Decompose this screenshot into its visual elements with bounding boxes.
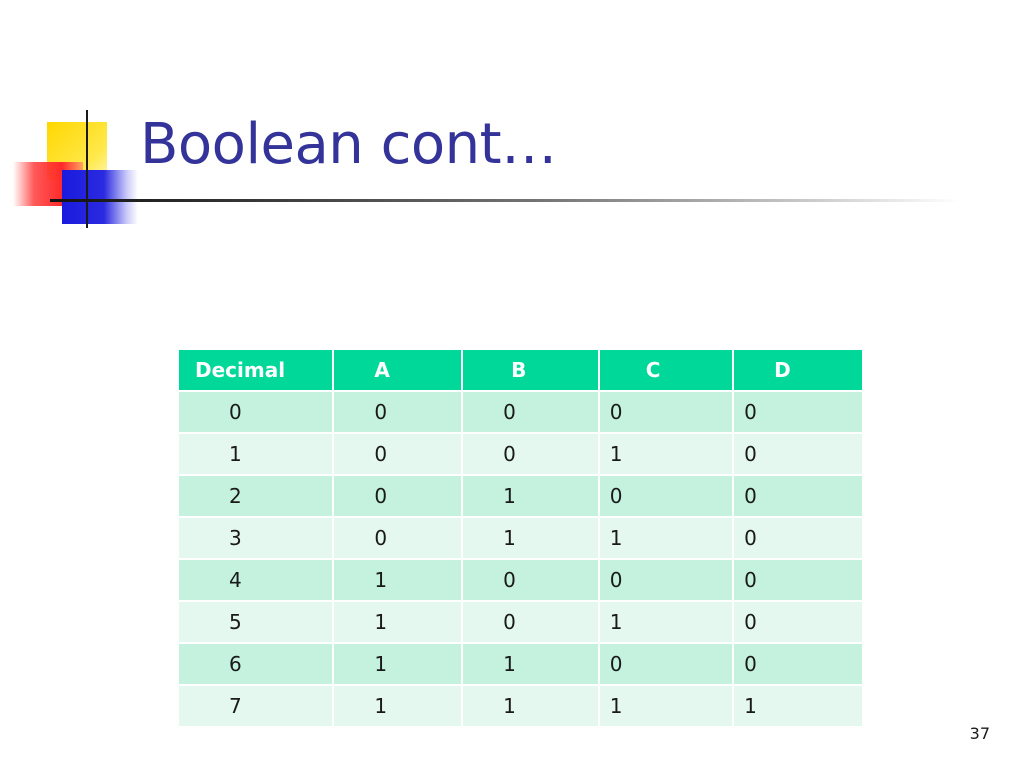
- table-row: 2 0 1 0 0: [179, 476, 862, 518]
- cell-d: 0: [734, 476, 862, 518]
- cell-a: 1: [334, 602, 464, 644]
- header-b: B: [463, 350, 600, 392]
- cell-decimal: 3: [179, 518, 335, 560]
- header-d: D: [734, 350, 862, 392]
- cell-c: 1: [599, 518, 735, 560]
- cell-decimal: 0: [179, 392, 335, 434]
- slide-title: Boolean cont…: [140, 112, 557, 177]
- cell-c: 0: [599, 644, 735, 686]
- cell-c: 0: [599, 392, 735, 434]
- truth-table: Decimal A B C D 0 0 0 0 0 1 0 0 1 0 2 0 …: [179, 350, 862, 728]
- cell-b: 0: [463, 434, 600, 476]
- cell-decimal: 2: [179, 476, 335, 518]
- cell-a: 0: [334, 434, 464, 476]
- cell-b: 1: [463, 476, 600, 518]
- cell-b: 0: [463, 560, 600, 602]
- header-decimal: Decimal: [179, 350, 335, 392]
- cell-decimal: 4: [179, 560, 335, 602]
- cell-d: 0: [734, 644, 862, 686]
- cell-d: 0: [734, 560, 862, 602]
- cell-c: 0: [599, 560, 735, 602]
- table-row: 7 1 1 1 1: [179, 686, 862, 728]
- cell-d: 0: [734, 434, 862, 476]
- cell-decimal: 6: [179, 644, 335, 686]
- cell-decimal: 1: [179, 434, 335, 476]
- cell-d: 1: [734, 686, 862, 728]
- table-row: 6 1 1 0 0: [179, 644, 862, 686]
- cell-a: 1: [334, 686, 464, 728]
- cell-b: 0: [463, 602, 600, 644]
- logo-blue-square: [62, 170, 138, 224]
- table-row: 5 1 0 1 0: [179, 602, 862, 644]
- cell-a: 0: [334, 476, 464, 518]
- cell-b: 1: [463, 686, 600, 728]
- table-header-row: Decimal A B C D: [179, 350, 862, 392]
- table-row: 1 0 0 1 0: [179, 434, 862, 476]
- cell-b: 1: [463, 518, 600, 560]
- cell-b: 1: [463, 644, 600, 686]
- cell-decimal: 7: [179, 686, 335, 728]
- cell-c: 1: [599, 602, 735, 644]
- cell-a: 1: [334, 560, 464, 602]
- header-a: A: [334, 350, 464, 392]
- cell-d: 0: [734, 392, 862, 434]
- cell-a: 0: [334, 518, 464, 560]
- slide: Boolean cont… Decimal A B C D 0 0 0 0 0 …: [0, 0, 1024, 768]
- title-underline: [50, 199, 960, 202]
- cell-b: 0: [463, 392, 600, 434]
- cell-a: 0: [334, 392, 464, 434]
- cell-a: 1: [334, 644, 464, 686]
- cell-c: 0: [599, 476, 735, 518]
- table-row: 0 0 0 0 0: [179, 392, 862, 434]
- cell-d: 0: [734, 602, 862, 644]
- cell-c: 1: [599, 434, 735, 476]
- cell-decimal: 5: [179, 602, 335, 644]
- cell-d: 0: [734, 518, 862, 560]
- logo-vertical-line: [86, 110, 88, 228]
- cell-c: 1: [599, 686, 735, 728]
- table-row: 4 1 0 0 0: [179, 560, 862, 602]
- page-number: 37: [969, 724, 990, 743]
- header-c: C: [599, 350, 735, 392]
- table-row: 3 0 1 1 0: [179, 518, 862, 560]
